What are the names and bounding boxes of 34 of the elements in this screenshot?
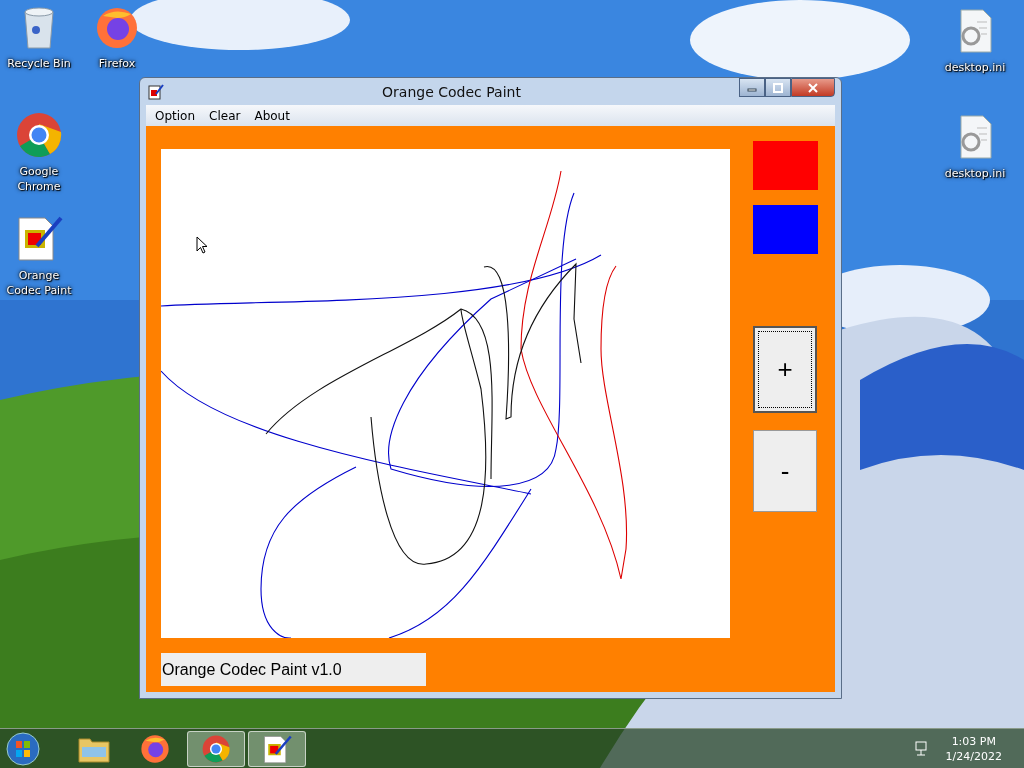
- chrome-icon: [202, 734, 230, 763]
- network-icon[interactable]: [913, 740, 930, 757]
- start-button[interactable]: [5, 730, 41, 767]
- status-text: Orange Codec Paint v1.0: [161, 653, 426, 686]
- color-swatch[interactable]: [753, 205, 818, 254]
- maximize-icon: [773, 82, 783, 93]
- taskbar-button[interactable]: [248, 730, 306, 767]
- desktop-icon-label[interactable]: Recycle Bin: [1, 56, 77, 71]
- desktop-icon-label[interactable]: Orange Codec Paint: [1, 268, 77, 298]
- brush-size-button[interactable]: +: [753, 326, 817, 413]
- taskbar-button[interactable]: [187, 730, 245, 767]
- menu-item[interactable]: Clear: [202, 108, 248, 123]
- paint-icon: [262, 733, 292, 764]
- close-icon: [808, 82, 818, 93]
- desktop-icon-label[interactable]: desktop.ini: [937, 60, 1013, 75]
- minimize-button[interactable]: [739, 78, 765, 97]
- menu-item[interactable]: Option: [148, 108, 203, 123]
- desktop-icon-label[interactable]: Firefox: [79, 56, 155, 71]
- firefox-icon[interactable]: [95, 6, 139, 50]
- firefox-icon: [140, 733, 170, 764]
- clock-time[interactable]: 1:03 PM: [951, 733, 996, 749]
- paint-icon: [148, 83, 164, 100]
- chrome-icon[interactable]: [16, 112, 62, 158]
- cursor-icon: [196, 236, 208, 254]
- menu-item[interactable]: About: [247, 108, 297, 123]
- maximize-button[interactable]: [765, 78, 791, 97]
- desktop-icon-label[interactable]: desktop.ini: [937, 166, 1013, 181]
- desktop-icon-label[interactable]: Google Chrome: [1, 164, 77, 194]
- color-swatch[interactable]: [753, 141, 818, 190]
- paint-icon[interactable]: [15, 214, 63, 262]
- clock-date[interactable]: 1/24/2022: [945, 748, 1002, 764]
- close-button[interactable]: [791, 78, 835, 97]
- brush-size-button[interactable]: -: [753, 430, 817, 512]
- window-title: Orange Codec Paint: [381, 83, 522, 100]
